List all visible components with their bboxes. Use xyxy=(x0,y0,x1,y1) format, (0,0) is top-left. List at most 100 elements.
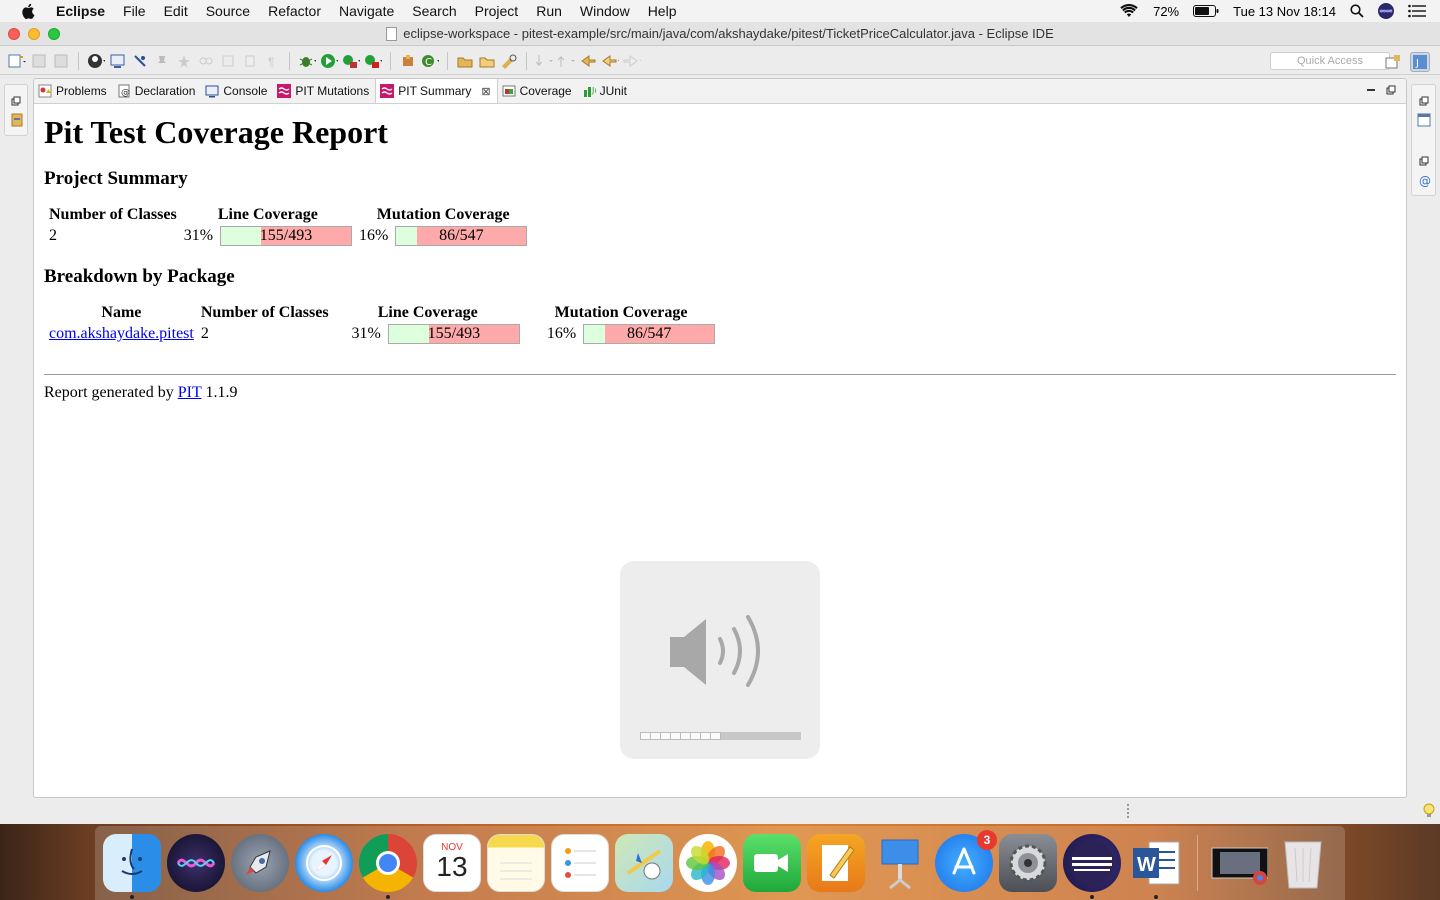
next-annotation-icon[interactable] xyxy=(535,52,553,70)
java-perspective-icon[interactable]: J xyxy=(1410,52,1430,72)
dock-word[interactable]: W xyxy=(1127,834,1185,899)
menu-run[interactable]: Run xyxy=(536,3,562,19)
dock-system-preferences[interactable] xyxy=(999,834,1057,892)
back-icon[interactable] xyxy=(601,52,619,70)
dock-keynote[interactable] xyxy=(871,834,929,892)
run-icon[interactable] xyxy=(320,52,338,70)
header-number-of-classes: Number of Classes xyxy=(49,206,177,223)
dock-app-store[interactable]: 3 xyxy=(935,830,997,892)
new-package-icon[interactable] xyxy=(399,52,417,70)
dock-trash[interactable] xyxy=(1274,834,1332,892)
notes-icon xyxy=(500,862,532,880)
dock-launchpad[interactable] xyxy=(231,834,289,892)
dock-siri[interactable] xyxy=(167,834,225,892)
volume-level-fill xyxy=(640,732,721,740)
tab-pit-summary[interactable]: PIT Summary ⊠ xyxy=(375,79,498,103)
dock-calendar[interactable]: NOV 13 xyxy=(423,834,481,892)
menu-search[interactable]: Search xyxy=(412,3,456,19)
profile-icon[interactable] xyxy=(87,52,105,70)
junit-icon: Ju xyxy=(582,84,596,98)
last-edit-location-icon[interactable] xyxy=(579,52,597,70)
dock-screenshot-preview[interactable] xyxy=(1210,834,1268,892)
pit-link[interactable]: PIT xyxy=(178,384,202,401)
line-coverage-legend: 155/493 xyxy=(259,227,313,244)
siri-icon[interactable] xyxy=(1378,3,1394,19)
show-whitespace-icon[interactable]: ¶ xyxy=(263,52,281,70)
coverage-icon xyxy=(502,84,516,98)
volume-level-bar xyxy=(640,732,801,740)
dock-maps[interactable] xyxy=(615,834,673,892)
dock-safari[interactable] xyxy=(295,834,353,892)
forward-icon[interactable] xyxy=(623,52,641,70)
clock[interactable]: Tue 13 Nov 18:14 xyxy=(1233,4,1336,19)
breakdown-heading: Breakdown by Package xyxy=(44,266,235,287)
dock-eclipse[interactable] xyxy=(1063,834,1121,899)
menu-source[interactable]: Source xyxy=(206,3,250,19)
dock-finder[interactable] xyxy=(103,834,161,899)
quick-access-input[interactable]: Quick Access xyxy=(1270,52,1390,70)
block-selection-icon[interactable] xyxy=(219,52,237,70)
close-window-button[interactable] xyxy=(8,28,20,40)
link-icon[interactable] xyxy=(197,52,215,70)
minimize-view-icon[interactable] xyxy=(1366,84,1376,98)
restore-icon[interactable] xyxy=(1419,93,1429,111)
tab-coverage[interactable]: Coverage xyxy=(498,79,578,103)
dock-chrome[interactable] xyxy=(359,834,417,899)
search-tool-icon[interactable] xyxy=(500,52,518,70)
tab-problems[interactable]: Problems xyxy=(34,79,113,103)
tip-lightbulb-icon[interactable] xyxy=(1423,803,1435,824)
close-tab-icon[interactable]: ⊠ xyxy=(481,85,490,98)
dock-photos[interactable] xyxy=(679,834,737,892)
menu-app-eclipse[interactable]: Eclipse xyxy=(56,3,105,19)
debug-icon[interactable] xyxy=(298,52,316,70)
external-tools-icon[interactable] xyxy=(364,52,382,70)
status-bar-splitter[interactable] xyxy=(1127,804,1129,818)
terminal-icon[interactable] xyxy=(109,52,127,70)
tab-junit[interactable]: Ju JUnit xyxy=(578,79,633,103)
dock-reminders[interactable] xyxy=(551,834,609,892)
dock-notes[interactable] xyxy=(487,834,545,892)
menu-edit[interactable]: Edit xyxy=(164,3,188,19)
menu-refactor[interactable]: Refactor xyxy=(268,3,321,19)
toolbar-separator xyxy=(289,51,290,70)
save-all-icon[interactable] xyxy=(52,52,70,70)
word-wrap-icon[interactable] xyxy=(241,52,259,70)
package-line-coverage-cell: 155/493 xyxy=(386,324,522,344)
previous-annotation-icon[interactable] xyxy=(557,52,575,70)
menu-navigate[interactable]: Navigate xyxy=(339,3,394,19)
skip-breakpoints-icon[interactable] xyxy=(131,52,149,70)
pin-icon[interactable] xyxy=(153,52,171,70)
tab-declaration[interactable]: @ Declaration xyxy=(113,79,202,103)
menu-help[interactable]: Help xyxy=(648,3,677,19)
maximize-view-icon[interactable] xyxy=(1386,84,1396,98)
dock-facetime[interactable] xyxy=(743,834,801,892)
menu-window[interactable]: Window xyxy=(580,3,630,19)
toggle-mark-icon[interactable] xyxy=(175,52,193,70)
menu-file[interactable]: File xyxy=(123,3,146,19)
open-type-icon[interactable] xyxy=(456,52,474,70)
tab-console[interactable]: Console xyxy=(201,79,273,103)
outline-icon[interactable] xyxy=(1417,113,1431,132)
coverage-run-icon[interactable] xyxy=(342,52,360,70)
minimize-window-button[interactable] xyxy=(28,28,40,40)
javadoc-icon[interactable]: @ xyxy=(1418,173,1432,192)
open-perspective-icon[interactable] xyxy=(1384,53,1402,71)
notification-center-icon[interactable] xyxy=(1408,4,1426,18)
save-icon[interactable] xyxy=(30,52,48,70)
open-task-icon[interactable] xyxy=(478,52,496,70)
wifi-icon[interactable] xyxy=(1119,4,1139,18)
dock-pages[interactable] xyxy=(807,834,865,892)
tab-pit-mutations[interactable]: PIT Mutations xyxy=(273,79,375,103)
header-mutation-coverage: Mutation Coverage xyxy=(554,304,688,321)
restore-icon[interactable] xyxy=(11,93,21,111)
menu-project[interactable]: Project xyxy=(475,3,519,19)
package-explorer-icon[interactable] xyxy=(11,113,23,132)
zoom-window-button[interactable] xyxy=(48,28,60,40)
apple-menu-icon[interactable] xyxy=(20,2,38,20)
package-link[interactable]: com.akshaydake.pitest xyxy=(49,325,194,342)
new-class-icon[interactable]: C xyxy=(421,52,439,70)
new-file-icon[interactable] xyxy=(8,52,26,70)
restore-icon[interactable] xyxy=(1419,153,1429,171)
battery-icon[interactable] xyxy=(1193,5,1219,17)
spotlight-search-icon[interactable] xyxy=(1350,4,1364,18)
